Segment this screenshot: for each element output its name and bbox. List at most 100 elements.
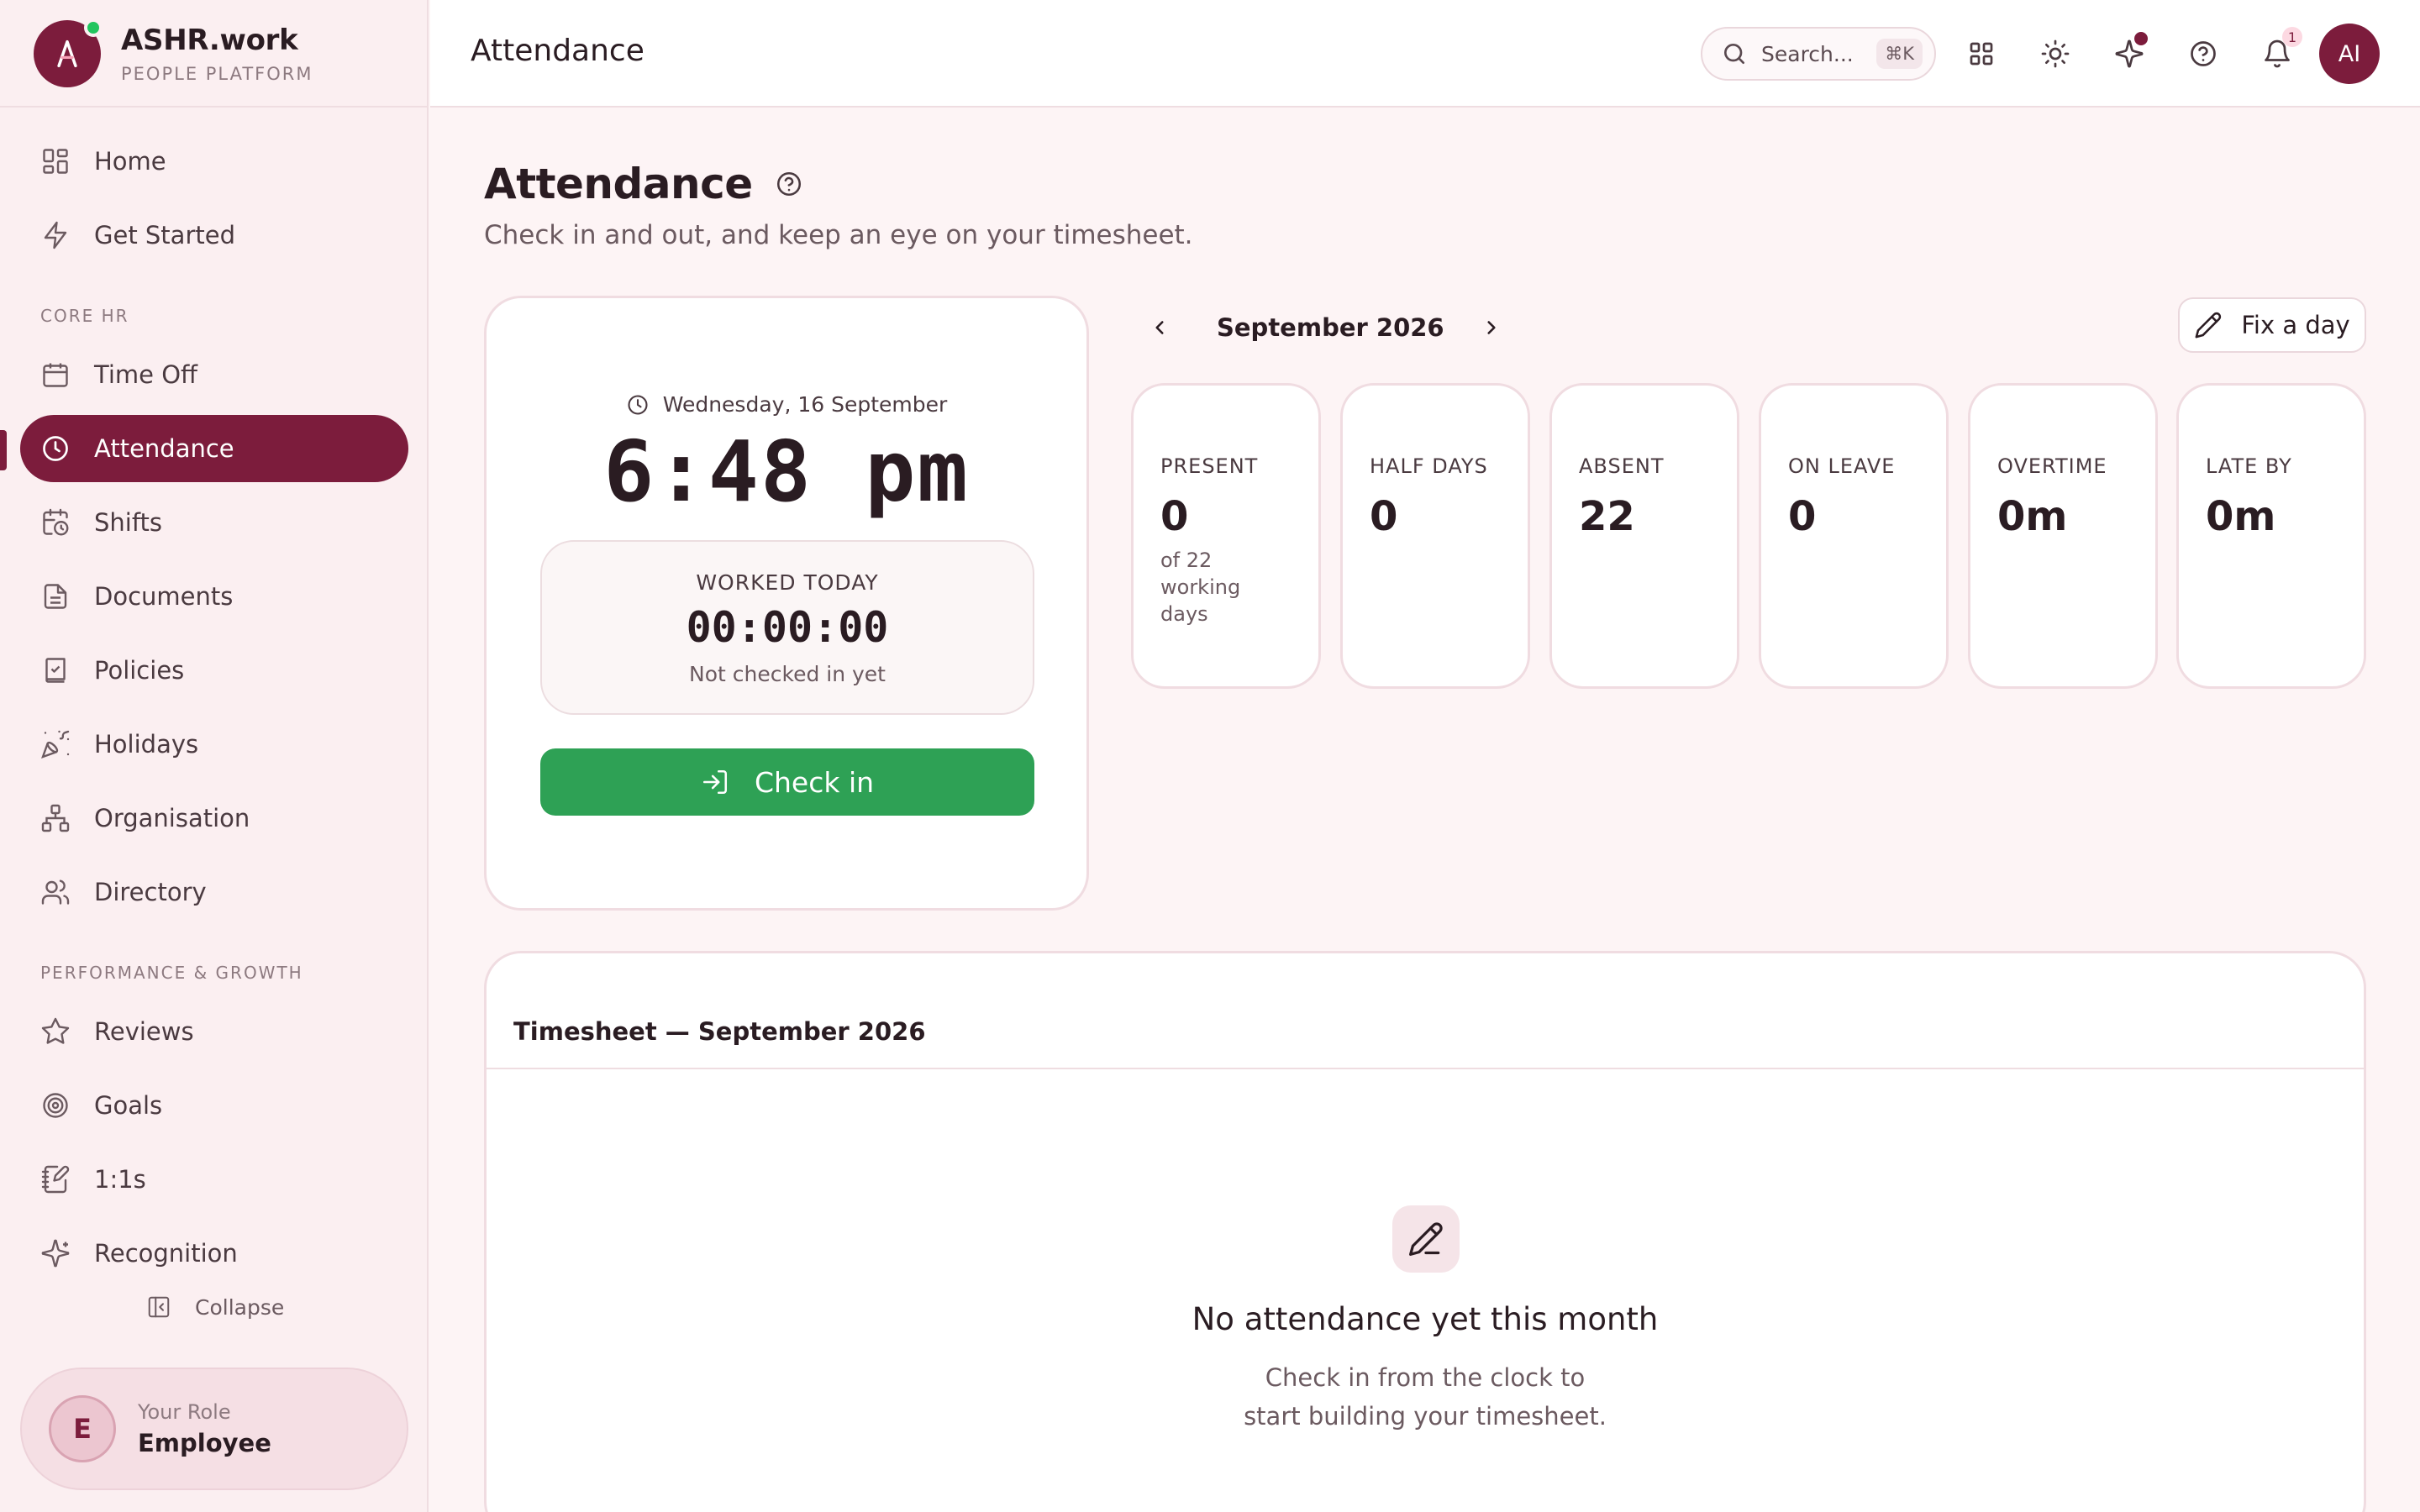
stat-value: 0 (1370, 493, 1398, 540)
pencil-icon (1392, 1205, 1460, 1273)
sun-icon (2041, 39, 2070, 68)
stat-card-present: PRESENT 0 of 22 working days (1131, 383, 1321, 689)
stat-card-overtime: OVERTIME 0m (1968, 383, 2158, 689)
sidebar-item-goals[interactable]: Goals (20, 1072, 408, 1139)
file-icon (44, 584, 67, 609)
sidebar-item-label: Reviews (94, 1017, 194, 1046)
sidebar-item-policies[interactable]: Policies (20, 637, 408, 704)
apps-button[interactable] (1963, 35, 2000, 72)
sidebar-item-label: Goals (94, 1091, 163, 1120)
worked-today-label: WORKED TODAY (696, 570, 879, 595)
role-avatar: E (49, 1395, 116, 1462)
sidebar-item-label: Shifts (94, 508, 163, 537)
search-icon (1724, 44, 1744, 64)
book-check-icon (45, 658, 66, 683)
chevron-right-icon (1487, 321, 1496, 334)
stat-label: ABSENT (1579, 454, 1665, 478)
stat-label: HALF DAYS (1370, 454, 1488, 478)
empty-state-line: start building your timesheet. (1244, 1402, 1607, 1431)
stat-card-on-leave: ON LEAVE 0 (1759, 383, 1949, 689)
sidebar-item-attendance[interactable]: Attendance (20, 415, 408, 482)
notifications-button[interactable]: 1 (2259, 27, 2302, 72)
notebook-pen-icon (41, 1165, 70, 1194)
timesheet-panel: Timesheet — September 2026 No attendance… (484, 951, 2366, 1512)
sidebar-item-reviews[interactable]: Reviews (20, 998, 408, 1065)
zap-icon (44, 221, 67, 249)
clock-date-text: Wednesday, 16 September (662, 392, 948, 417)
sidebar: ASHR.work PEOPLE PLATFORM Home Get Start… (0, 0, 429, 1512)
recognition-button[interactable] (2111, 32, 2148, 72)
sidebar-item-recognition[interactable]: Recognition (20, 1220, 408, 1287)
brand-logo-icon (34, 18, 103, 87)
sidebar-item-label: Time Off (94, 360, 197, 389)
search-shortcut: ⌘K (1876, 39, 1923, 69)
sidebar-item-documents[interactable]: Documents (20, 563, 408, 630)
sidebar-item-directory[interactable]: Directory (20, 858, 408, 926)
org-chart-icon (41, 804, 70, 832)
calendar-clock-icon (43, 508, 69, 536)
fix-a-day-button[interactable]: Fix a day (2178, 297, 2366, 353)
users-icon (41, 879, 70, 905)
stat-label: PRESENT (1160, 454, 1259, 478)
brand-subtitle: PEOPLE PLATFORM (121, 64, 313, 84)
brand[interactable]: ASHR.work PEOPLE PLATFORM (34, 18, 313, 87)
stat-card-half-days: HALF DAYS 0 (1340, 383, 1530, 689)
role-value: Employee (138, 1429, 271, 1457)
page-title-text: Attendance (484, 160, 753, 208)
empty-state-text: Check in from the clock to start buildin… (487, 1358, 2364, 1436)
panel-collapse-icon (148, 1296, 170, 1318)
sidebar-item-organisation[interactable]: Organisation (20, 785, 408, 852)
grid-icon (43, 149, 68, 174)
help-circle-icon[interactable] (775, 170, 803, 198)
sidebar-item-time-off[interactable]: Time Off (20, 341, 408, 408)
timesheet-title: Timesheet — September 2026 (513, 1017, 926, 1046)
chevron-left-icon (1155, 321, 1164, 334)
sidebar-item-home[interactable]: Home (20, 128, 408, 195)
topbar: Attendance Search... ⌘K 1 AI (430, 0, 2420, 108)
stat-value: 22 (1579, 493, 1635, 540)
prev-month-button[interactable] (1143, 311, 1176, 344)
help-button[interactable] (2185, 35, 2222, 72)
stat-label: OVERTIME (1997, 454, 2107, 478)
clock-card: Wednesday, 16 September 6:48 pm WORKED T… (484, 296, 1089, 911)
next-month-button[interactable] (1475, 311, 1508, 344)
sidebar-item-label: Home (94, 147, 166, 176)
clock-time: 6:48 pm (603, 423, 970, 521)
timesheet-divider (487, 1068, 2364, 1069)
search-placeholder: Search... (1761, 41, 1854, 66)
calendar-icon (43, 363, 68, 387)
worked-today-box: WORKED TODAY 00:00:00 Not checked in yet (540, 540, 1034, 715)
stat-value: 0 (1160, 493, 1189, 540)
sidebar-item-shifts[interactable]: Shifts (20, 489, 408, 556)
collapse-button[interactable]: Collapse (146, 1290, 284, 1324)
clock-date: Wednesday, 16 September (487, 392, 1086, 417)
collapse-label: Collapse (195, 1294, 285, 1320)
sidebar-item-get-started[interactable]: Get Started (20, 202, 408, 269)
recognition-dot (2134, 32, 2148, 45)
stat-card-absent: ABSENT 22 (1549, 383, 1739, 689)
page-subtitle: Check in and out, and keep an eye on you… (484, 220, 1193, 250)
worked-today-value: 00:00:00 (686, 603, 889, 652)
sparkles-icon (41, 1239, 70, 1268)
check-in-status: Not checked in yet (689, 662, 886, 686)
sidebar-item-label: Documents (94, 582, 234, 611)
clock-icon (43, 436, 68, 461)
role-card[interactable]: E Your Role Employee (20, 1368, 408, 1490)
theme-toggle-button[interactable] (2037, 35, 2074, 72)
help-circle-icon (2191, 41, 2216, 66)
sidebar-divider (0, 106, 429, 108)
apps-grid-icon (1970, 42, 1993, 66)
fix-a-day-label: Fix a day (2241, 311, 2350, 339)
sidebar-item-label: Directory (94, 878, 207, 906)
sidebar-item-one-on-ones[interactable]: 1:1s (20, 1146, 408, 1213)
stat-value: 0m (1997, 493, 2068, 540)
check-in-button[interactable]: Check in (540, 748, 1034, 816)
sidebar-item-holidays[interactable]: Holidays (20, 711, 408, 778)
section-label-core-hr: CORE HR (40, 306, 129, 326)
party-icon (41, 730, 70, 759)
sidebar-item-label: Attendance (94, 434, 234, 463)
star-icon (41, 1017, 70, 1044)
topbar-title: Attendance (471, 34, 644, 68)
search-input[interactable]: Search... ⌘K (1701, 27, 1936, 81)
user-avatar[interactable]: AI (2319, 24, 2380, 84)
